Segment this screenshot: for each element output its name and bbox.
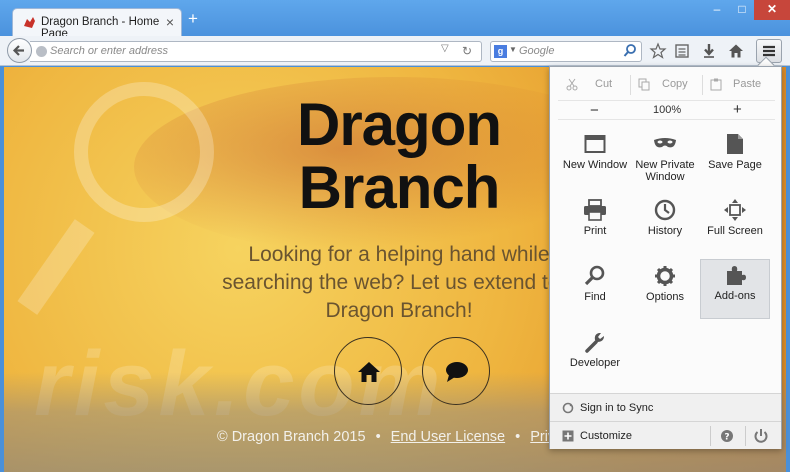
home-circle-button[interactable] xyxy=(334,337,402,405)
menu-find[interactable]: Find xyxy=(560,261,630,323)
menu-item-label: Options xyxy=(646,291,684,303)
menu-item-label: New Window xyxy=(562,159,628,171)
zoom-controls: − 100% + xyxy=(558,100,775,120)
menu-item-label: Developer xyxy=(569,357,621,369)
paste-button[interactable]: Paste xyxy=(733,78,761,90)
page-footer: © Dragon Branch 2015 • End User License … xyxy=(217,429,600,445)
menu-item-label: New Private Window xyxy=(635,159,695,183)
search-bar[interactable]: g ▼ Google xyxy=(490,41,642,62)
menu-save-page[interactable]: Save Page xyxy=(700,129,770,191)
footer-divider xyxy=(710,426,711,446)
page-title: Dragon Branch xyxy=(204,93,594,219)
copy-button[interactable]: Copy xyxy=(662,78,688,90)
title-line-1: Dragon xyxy=(297,91,502,158)
search-input[interactable]: Google xyxy=(519,45,554,57)
menu-item-label: Find xyxy=(584,291,606,303)
close-window-button[interactable]: ✕ xyxy=(754,0,790,20)
title-bar: Dragon Branch - Home Page × + – □ ✕ xyxy=(0,0,790,40)
edit-separator xyxy=(630,75,631,95)
watermark-magnifier-handle xyxy=(17,219,95,315)
maximize-button[interactable]: □ xyxy=(730,0,754,20)
menu-new-window[interactable]: New Window xyxy=(560,129,630,191)
menu-item-label: History xyxy=(647,225,683,237)
tab-dragon-branch[interactable]: Dragon Branch - Home Page × xyxy=(12,8,182,40)
search-icon[interactable] xyxy=(623,43,637,59)
menu-print[interactable]: Print xyxy=(560,195,630,257)
edit-controls: Cut Copy Paste xyxy=(558,75,775,95)
menu-history[interactable]: History xyxy=(630,195,700,257)
back-arrow-icon xyxy=(12,45,24,56)
globe-icon xyxy=(36,46,47,57)
google-engine-icon[interactable]: g xyxy=(494,45,507,58)
firefox-menu-panel: Cut Copy Paste − 100% + New Window New P… xyxy=(549,66,782,449)
private-mask-icon xyxy=(654,138,676,148)
printer-icon xyxy=(584,199,606,221)
home-icon xyxy=(358,362,380,382)
menu-options[interactable]: Options xyxy=(630,261,700,323)
menu-add-ons[interactable]: Add-ons xyxy=(700,259,770,319)
zoom-out-button[interactable]: − xyxy=(590,102,599,119)
zoom-reset-button[interactable]: 100% xyxy=(653,104,681,116)
footer-separator: • xyxy=(515,429,521,445)
menu-item-label: Print xyxy=(583,225,607,237)
title-line-2: Branch xyxy=(298,154,501,221)
save-page-icon xyxy=(727,134,743,154)
bookmark-star-icon[interactable] xyxy=(649,42,667,60)
options-gear-icon xyxy=(655,266,675,286)
footer-copyright: © Dragon Branch 2015 xyxy=(217,429,366,445)
edit-separator xyxy=(702,75,703,95)
zoom-in-button[interactable]: + xyxy=(733,101,742,118)
customize-button[interactable]: Customize xyxy=(580,430,632,442)
menu-item-label: Full Screen xyxy=(707,225,763,237)
reload-icon[interactable]: ↻ xyxy=(462,44,472,58)
url-dropdown-icon[interactable]: ▽ xyxy=(441,43,449,54)
copy-icon xyxy=(638,78,650,91)
url-input[interactable]: Search or enter address xyxy=(50,45,168,57)
back-button[interactable] xyxy=(7,38,32,63)
cut-button[interactable]: Cut xyxy=(595,78,612,90)
menu-item-label: Add-ons xyxy=(714,290,756,302)
tagline: Looking for a helping hand while searchi… xyxy=(222,243,576,322)
scissors-icon xyxy=(566,78,578,91)
navigation-toolbar: Search or enter address ▽ ↻ g ▼ Google xyxy=(0,36,790,66)
new-window-icon xyxy=(584,135,606,153)
url-bar[interactable]: Search or enter address ▽ ↻ xyxy=(30,41,482,62)
sync-icon xyxy=(562,402,574,414)
quit-power-icon[interactable] xyxy=(750,426,772,446)
tab-close-icon[interactable]: × xyxy=(166,14,174,30)
chat-circle-button[interactable] xyxy=(422,337,490,405)
addons-puzzle-icon xyxy=(727,266,746,285)
history-clock-icon xyxy=(654,199,676,221)
help-icon[interactable]: ? xyxy=(716,426,738,446)
sync-label: Sign in to Sync xyxy=(580,402,654,414)
watermark-magnifier-icon xyxy=(74,82,214,222)
menu-new-private-window[interactable]: New Private Window xyxy=(630,129,700,191)
find-magnifier-icon xyxy=(584,265,605,286)
bookmarks-list-icon[interactable] xyxy=(673,42,691,60)
customize-plus-icon xyxy=(562,430,574,442)
sign-in-to-sync-button[interactable]: Sign in to Sync xyxy=(550,393,781,421)
chat-bubble-icon xyxy=(446,362,468,382)
menu-developer[interactable]: Developer xyxy=(560,327,630,389)
eula-link[interactable]: End User License xyxy=(391,429,505,445)
home-icon[interactable] xyxy=(727,42,745,60)
footer-separator: • xyxy=(375,429,381,445)
menu-item-label: Save Page xyxy=(708,159,762,171)
footer-divider xyxy=(745,426,746,446)
download-icon[interactable] xyxy=(700,42,718,60)
paste-clipboard-icon xyxy=(710,78,722,91)
developer-wrench-icon xyxy=(585,333,604,353)
svg-text:?: ? xyxy=(724,433,729,443)
fullscreen-icon xyxy=(724,199,746,221)
new-tab-button[interactable]: + xyxy=(188,10,198,27)
dragon-favicon-icon xyxy=(24,17,35,28)
menu-full-screen[interactable]: Full Screen xyxy=(700,195,770,257)
engine-dropdown-icon[interactable]: ▼ xyxy=(509,45,517,54)
customize-footer: Customize ? xyxy=(550,421,781,449)
minimize-button[interactable]: – xyxy=(704,0,730,20)
